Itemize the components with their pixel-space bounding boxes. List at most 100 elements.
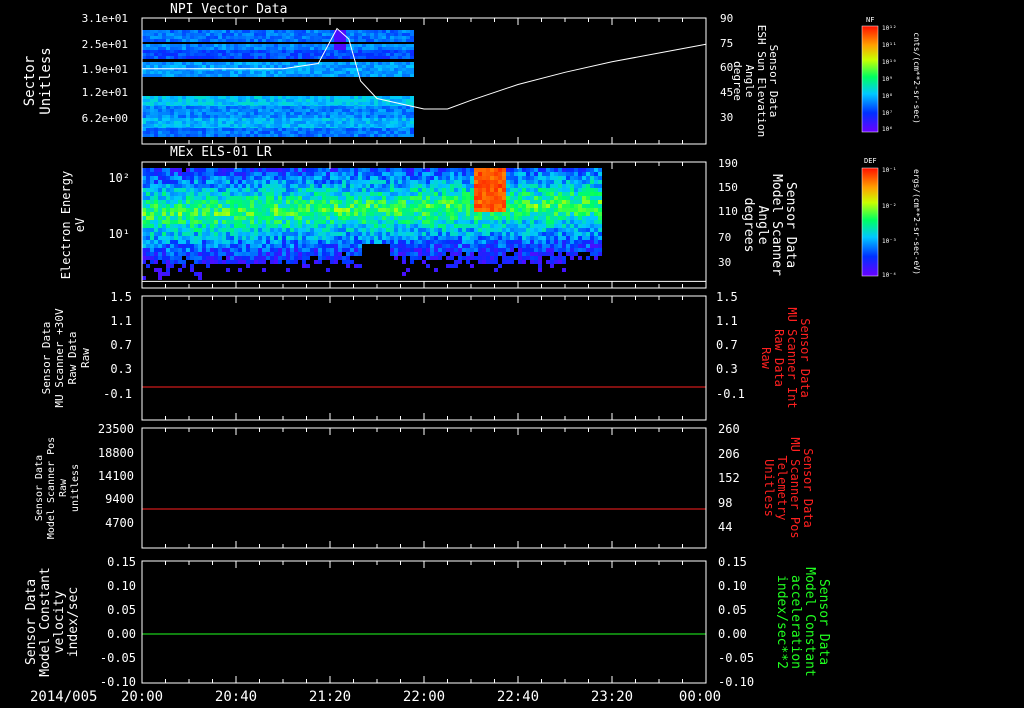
els-heat-cell — [490, 248, 494, 252]
els-heat-cell — [346, 228, 350, 232]
els-heat-cell — [226, 236, 230, 240]
npi-heat-cell — [402, 50, 406, 53]
els-heat-cell — [242, 192, 246, 196]
els-heat-cell — [170, 244, 174, 248]
els-heat-cell — [146, 176, 150, 180]
els-heat-cell — [218, 172, 222, 176]
els-heat-cell — [386, 180, 390, 184]
npi-heat-cell — [182, 134, 186, 137]
els-heat-cell — [518, 232, 522, 236]
els-heat-cell — [246, 256, 250, 260]
els-heat-cell — [314, 168, 318, 172]
npi-heat-cell — [350, 39, 354, 42]
els-heat-cell — [554, 204, 558, 208]
npi-heat-cell — [234, 131, 238, 134]
els-heat-cell — [338, 224, 342, 228]
els-heat-cell — [282, 244, 286, 248]
els-heat-cell — [514, 192, 518, 196]
vel-left-tick: 0.05 — [107, 603, 136, 617]
els-heat-cell — [406, 220, 410, 224]
els-heat-cell — [438, 216, 442, 220]
npi-heat-cell — [326, 74, 330, 77]
npi-heat-cell — [314, 131, 318, 134]
els-heat-cell — [422, 224, 426, 228]
npi-heat-cell — [158, 53, 162, 56]
els-heat-cell — [250, 172, 254, 176]
els-heat-cell — [322, 200, 326, 204]
els-heat-cell — [462, 192, 466, 196]
els-heat-cell — [410, 168, 414, 172]
els-heat-cell — [270, 224, 274, 228]
els-heat-cell — [402, 168, 406, 172]
els-heat-cell — [350, 204, 354, 208]
els-heat-cell — [538, 240, 542, 244]
npi-heat-cell — [354, 36, 358, 39]
els-heat-cell — [298, 228, 302, 232]
els-heat-cell — [306, 244, 310, 248]
els-heat-cell — [546, 180, 550, 184]
els-heat-cell — [354, 184, 358, 188]
npi-heat-cell — [278, 53, 282, 56]
els-heat-cell — [590, 212, 594, 216]
els-heat-cell — [394, 188, 398, 192]
els-heat-cell — [250, 168, 254, 172]
els-heat-cell — [426, 188, 430, 192]
npi-heat-cell — [242, 106, 246, 109]
npi-heat-cell — [402, 56, 406, 59]
els-heat-cell — [270, 184, 274, 188]
els-heat-cell — [310, 200, 314, 204]
els-heat-cell — [230, 240, 234, 244]
npi-heat-cell — [262, 118, 266, 121]
els-heat-cell — [434, 208, 438, 212]
els-heat-cell — [466, 192, 470, 196]
els-heat-cell — [242, 216, 246, 220]
els-heat-cell — [522, 228, 526, 232]
npi-heat-cell — [406, 68, 410, 71]
els-heat-cell — [510, 212, 514, 216]
els-heat-cell — [586, 220, 590, 224]
els-heat-cell — [502, 204, 506, 208]
els-heat-cell — [378, 192, 382, 196]
els-heat-cell — [450, 248, 454, 252]
npi-heat-cell — [370, 71, 374, 74]
npi-heat-cell — [258, 65, 262, 68]
els-heat-cell — [238, 208, 242, 212]
els-heat-cell — [498, 188, 502, 192]
els-heat-cell — [226, 240, 230, 244]
els-heat-cell — [410, 192, 414, 196]
els-heat-cell — [318, 236, 322, 240]
npi-heat-cell — [386, 36, 390, 39]
els-heat-cell — [338, 228, 342, 232]
els-heat-cell — [290, 212, 294, 216]
npi-heat-cell — [214, 53, 218, 56]
raw-right-tick: 0.7 — [716, 338, 738, 352]
npi-heat-cell — [246, 33, 250, 36]
npi-heat-cell — [314, 124, 318, 127]
npi-heat-cell — [406, 134, 410, 137]
els-heat-cell — [226, 244, 230, 248]
npi-colorbar-tick: 10⁶ — [882, 126, 893, 133]
npi-heat-cell — [222, 106, 226, 109]
els-heat-cell — [146, 248, 150, 252]
els-heat-cell — [210, 248, 214, 252]
els-right-tick: 190 — [718, 157, 738, 170]
els-heat-cell — [182, 208, 186, 212]
els-heat-cell — [286, 216, 290, 220]
npi-heat-cell — [394, 71, 398, 74]
els-heat-cell — [166, 188, 170, 192]
els-heat-cell — [522, 180, 526, 184]
els-heat-cell — [198, 192, 202, 196]
els-heat-cell — [318, 168, 322, 172]
npi-heat-cell — [178, 134, 182, 137]
els-heat-cell — [190, 220, 194, 224]
els-heat-cell — [330, 204, 334, 208]
els-heat-cell — [302, 188, 306, 192]
els-heat-cell — [306, 248, 310, 252]
els-heat-cell — [298, 196, 302, 200]
els-heat-cell — [226, 200, 230, 204]
els-heat-cell — [286, 200, 290, 204]
npi-heat-cell — [266, 62, 270, 65]
els-heat-cell — [438, 168, 442, 172]
els-heat-cell — [278, 208, 282, 212]
els-heat-cell — [318, 248, 322, 252]
